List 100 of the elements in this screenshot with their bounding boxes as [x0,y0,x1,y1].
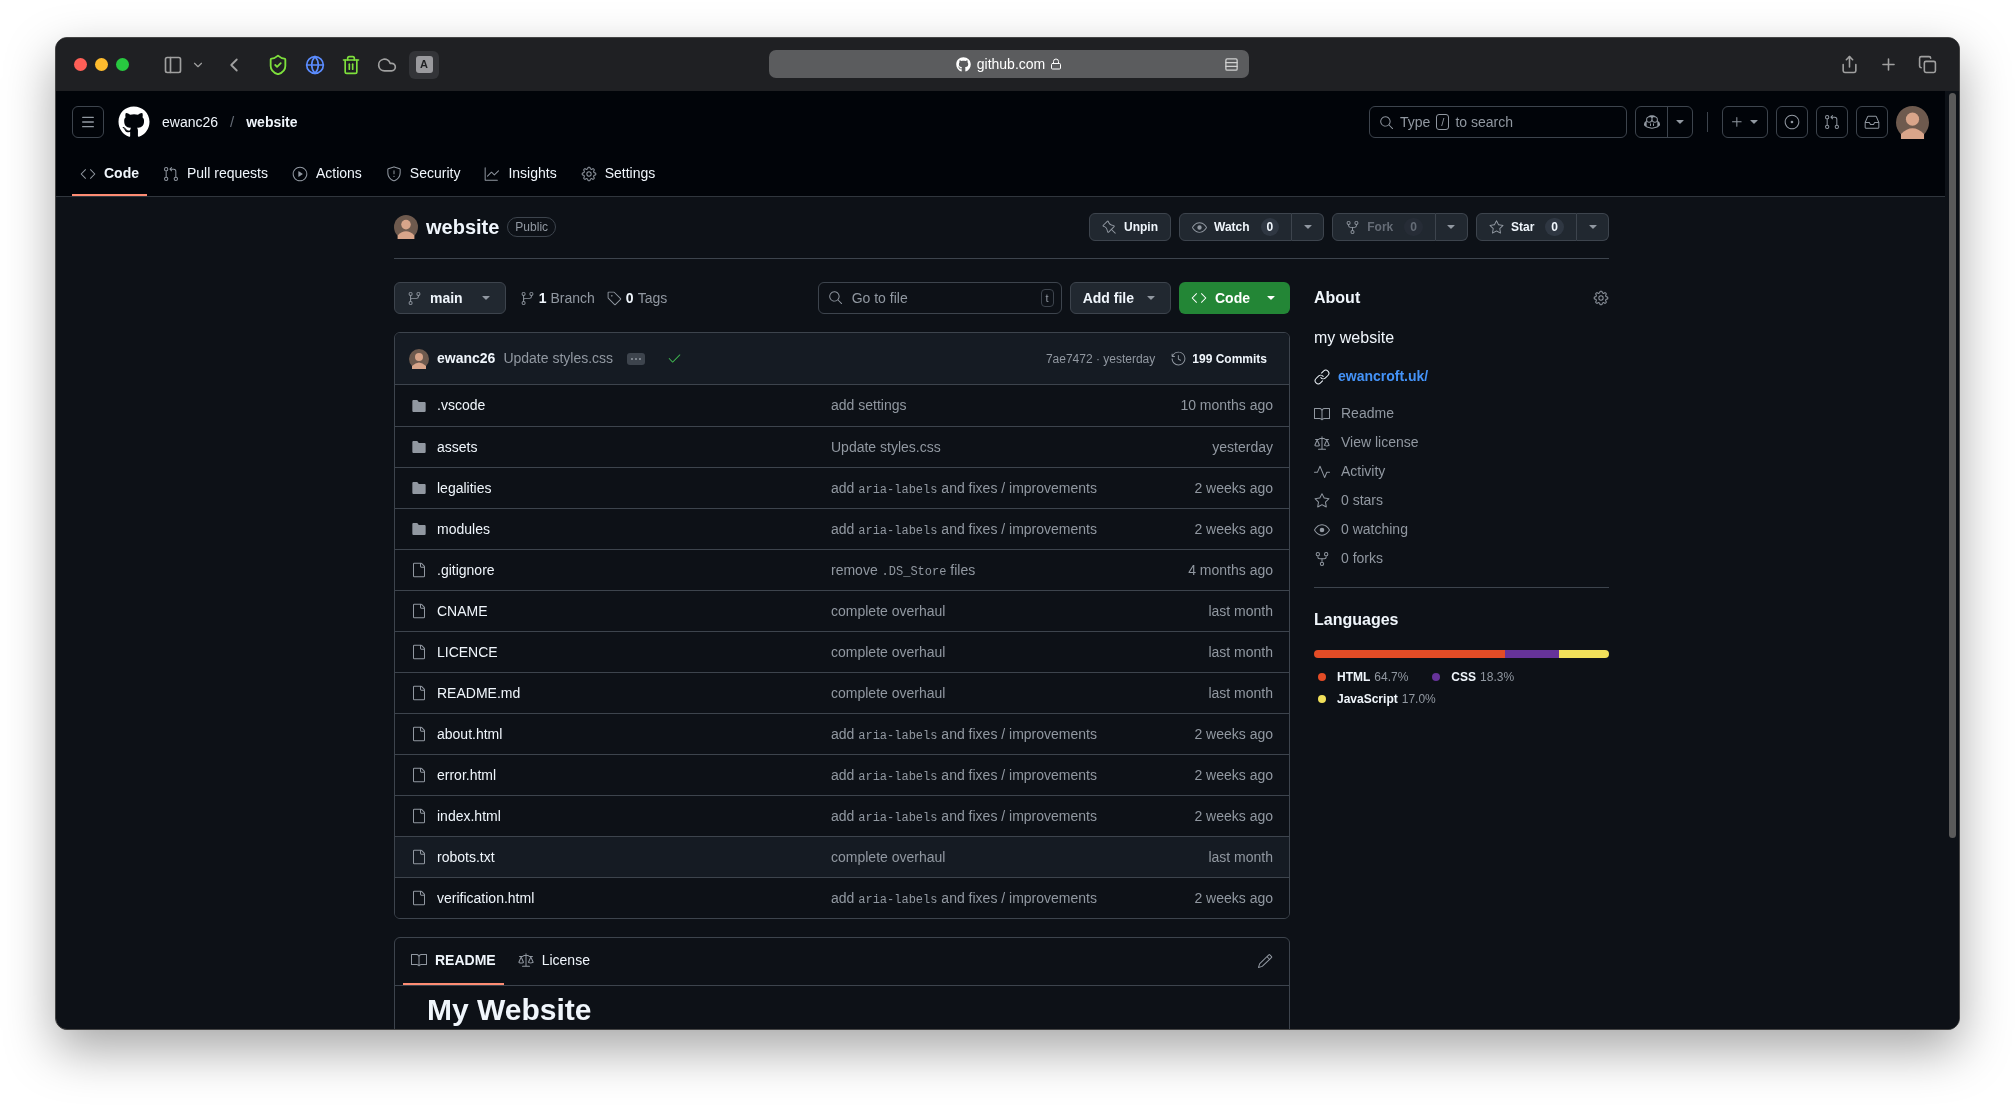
settings-icon[interactable] [1593,290,1609,306]
commit-message[interactable]: add aria-labels and fixes / improvements [831,805,1097,827]
pull-requests-button[interactable] [1816,106,1848,138]
file-name[interactable]: robots.txt [437,846,495,868]
branch-button[interactable]: main [394,282,506,314]
star-button[interactable]: Star 0 [1475,213,1577,241]
tags-link[interactable]: 0 Tags [606,287,668,309]
file-name[interactable]: verification.html [437,887,535,909]
watch-button[interactable]: Watch 0 [1179,213,1293,241]
menu-button[interactable] [72,106,104,138]
branches-link[interactable]: 1 Branch [519,287,595,309]
file-icon [411,685,427,701]
eye-icon [1314,521,1330,538]
scale-icon [1314,434,1330,451]
file-name[interactable]: .vscode [437,395,486,416]
address-bar[interactable]: github.com [769,50,1249,78]
code-button[interactable]: Code [1179,282,1290,314]
commits-link[interactable]: 199 Commits [1171,349,1267,368]
about-link[interactable]: 0 forks [1341,548,1383,569]
commit-message[interactable]: Update styles.css [831,436,941,458]
branch-icon [407,290,422,306]
readme-tab[interactable]: License [509,938,598,985]
file-row[interactable]: verification.html add aria-labels and fixes / improvements 2 weeks ago [395,877,1289,918]
nav-tab[interactable]: Insights [476,153,565,196]
about-link[interactable]: Activity [1341,461,1386,482]
file-name[interactable]: .gitignore [437,559,495,581]
github-logo-icon[interactable] [118,106,150,138]
repo-link[interactable]: website [246,111,298,133]
commit-message[interactable]: add settings [831,395,907,416]
commit-time: last month [1208,847,1273,867]
commit-time: 10 months ago [1180,396,1273,415]
about-link[interactable]: 0 watching [1341,519,1408,540]
search-icon [827,290,843,305]
file-name[interactable]: CNAME [437,600,488,622]
commit-message[interactable]: add aria-labels and fixes / improvements [831,477,1097,499]
commit-message[interactable]: Update styles.css [503,348,614,369]
reader-icon[interactable] [1224,56,1239,72]
file-name[interactable]: README.md [437,682,521,704]
issues-button[interactable] [1776,106,1808,138]
language-name[interactable]: CSS [1451,668,1477,686]
readme-tab[interactable]: README [403,938,504,985]
commit-sha-time[interactable]: 7ae7472 · yesterday [1045,349,1156,368]
commit-message[interactable]: complete overhaul [831,641,946,663]
folder-icon [411,480,427,496]
file-name[interactable]: index.html [437,805,501,827]
file-name[interactable]: modules [437,518,490,540]
history-icon [1171,351,1187,366]
url-text: github.com [976,54,1046,74]
commit-message[interactable]: complete overhaul [831,682,946,704]
trash-icon[interactable] [341,54,361,75]
dropdown-button[interactable] [1292,213,1325,241]
commit-message[interactable]: add aria-labels and fixes / improvements [831,887,1097,909]
edit-icon[interactable] [1257,953,1273,969]
file-name[interactable]: assets [437,436,478,458]
nav-tab[interactable]: Code [72,153,147,196]
file-name[interactable]: about.html [437,723,503,745]
create-button[interactable] [1722,106,1768,138]
search-field[interactable]: Type / to search [1369,106,1627,138]
add-file-button[interactable]: Add file [1069,282,1171,314]
commit-message[interactable]: complete overhaul [831,600,946,622]
homepage-link[interactable]: ewancroft.uk/ [1338,366,1429,387]
inbox-button[interactable] [1856,106,1888,138]
tabs-overview-icon[interactable] [1918,55,1937,74]
shield-check-icon[interactable] [267,53,289,76]
search-hint: to search [1455,112,1513,132]
fork-icon [1314,550,1330,567]
language-name[interactable]: HTML [1337,668,1371,686]
expand-button[interactable] [627,352,646,365]
extension-button[interactable]: A [409,50,439,79]
share-icon[interactable] [1840,55,1859,74]
copilot-icon [1643,114,1660,130]
nav-tab[interactable]: Security [377,153,469,196]
owner-link[interactable]: ewanc26 [162,111,219,133]
file-name[interactable]: legalities [437,477,492,499]
pin-button[interactable]: Unpin [1089,213,1171,241]
about-link[interactable]: 0 stars [1341,490,1383,511]
issue-icon [1784,114,1800,130]
language-name[interactable]: JavaScript [1337,690,1398,708]
about-link[interactable]: Readme [1341,403,1394,424]
nav-tab[interactable]: Settings [572,153,664,196]
commit-message[interactable]: complete overhaul [831,846,946,868]
nav-tab[interactable]: Pull requests [155,153,276,196]
globe-icon[interactable] [305,54,325,75]
file-name[interactable]: error.html [437,764,497,786]
new-tab-icon[interactable] [1879,55,1898,74]
minimize-window-button[interactable] [95,58,108,71]
close-window-button[interactable] [74,58,87,71]
commit-author[interactable]: ewanc26 [437,348,496,369]
file-name[interactable]: LICENCE [437,641,498,663]
zoom-window-button[interactable] [116,58,129,71]
about-link[interactable]: View license [1341,432,1419,453]
nav-tab[interactable]: Actions [283,153,370,196]
tag-icon [606,290,622,306]
commit-message[interactable]: add aria-labels and fixes / improvements [831,518,1097,540]
sidebar-icon[interactable] [163,54,183,75]
file-row[interactable]: robots.txt complete overhaul last month [395,836,1289,877]
commit-message[interactable]: remove .DS_Store files [831,559,976,581]
avatar [1896,105,1929,139]
commit-message[interactable]: add aria-labels and fixes / improvements [831,764,1097,786]
commit-message[interactable]: add aria-labels and fixes / improvements [831,723,1097,745]
